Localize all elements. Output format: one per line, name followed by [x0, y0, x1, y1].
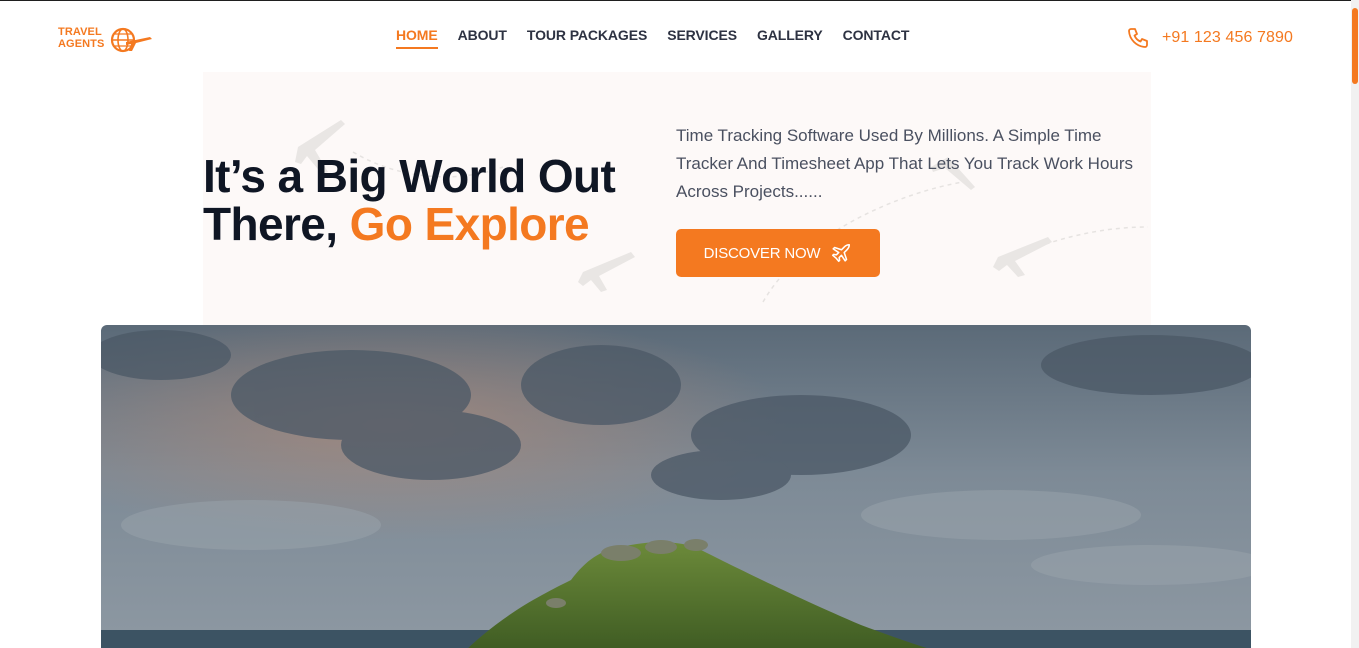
nav-tour-packages[interactable]: TOUR PACKAGES [527, 27, 647, 49]
hero-title-line-2-prefix: There, [203, 198, 338, 250]
hero-description: Time Tracking Software Used By Millions.… [676, 126, 1134, 201]
nav-home[interactable]: HOME [396, 27, 438, 49]
hero-section: It’s a Big World Out There, Go Explore T… [203, 72, 1151, 325]
site-header: TRAVEL AGENTS HOME ABOUT TOUR PACKAGES S… [0, 1, 1351, 71]
phone-icon [1128, 28, 1148, 48]
airplane-icon [832, 243, 851, 263]
brand-line-1: TRAVEL [58, 26, 102, 38]
discover-now-label: DISCOVER NOW [703, 244, 821, 262]
nav-about[interactable]: ABOUT [458, 27, 507, 49]
hero-title-line-1: It’s a Big World Out [203, 150, 616, 202]
scrollbar-thumb[interactable] [1352, 8, 1358, 84]
brand-logo[interactable]: TRAVEL AGENTS [58, 25, 154, 57]
nav-contact[interactable]: CONTACT [843, 27, 910, 49]
brand-line-2: AGENTS [58, 38, 105, 50]
island-landscape-photo [101, 325, 1251, 648]
nav-services[interactable]: SERVICES [667, 27, 737, 49]
banner-image [101, 325, 1251, 648]
page-scrollbar[interactable] [1351, 0, 1359, 648]
globe-plane-icon [110, 27, 152, 53]
phone-number: +91 123 456 7890 [1161, 29, 1293, 46]
nav-gallery[interactable]: GALLERY [757, 27, 823, 49]
discover-now-button[interactable]: DISCOVER NOW [676, 229, 880, 277]
phone-contact[interactable]: +91 123 456 7890 [1126, 26, 1293, 50]
brand-wordmark: TRAVEL AGENTS [58, 26, 104, 50]
hero-title: It’s a Big World Out There, Go Explore [203, 150, 616, 250]
hero-title-accent: Go Explore [349, 198, 590, 250]
main-nav: HOME ABOUT TOUR PACKAGES SERVICES GALLER… [396, 27, 929, 49]
